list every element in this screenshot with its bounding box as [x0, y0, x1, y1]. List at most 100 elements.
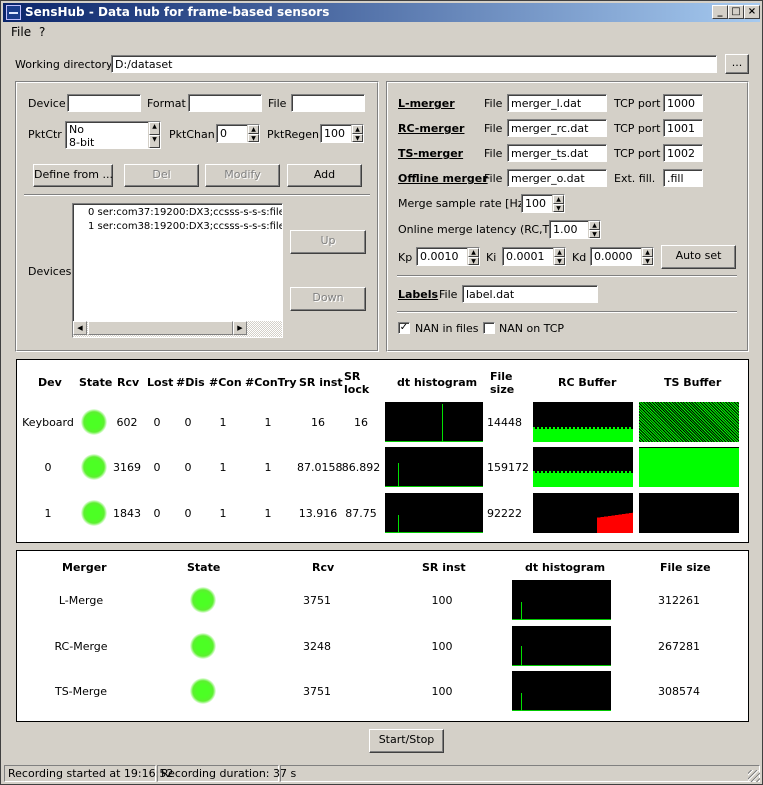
ts-merger-tcp-input[interactable]: 1002 — [663, 144, 703, 162]
device-list-item[interactable]: 0 ser:com37:19200:DX3;ccsss-s-s-s:file1 — [88, 207, 282, 218]
histogram-spike — [521, 602, 522, 620]
up-button[interactable]: Up — [290, 230, 366, 254]
offline-merger-file-input[interactable]: merger_o.dat — [507, 169, 607, 187]
dt-histogram — [385, 493, 483, 533]
device-list-item[interactable]: 1 ser:com38:19200:DX3;ccsss-s-s-s:file2 — [88, 221, 282, 232]
add-button[interactable]: Add — [287, 164, 362, 187]
histogram-baseline — [512, 710, 611, 711]
pktctr-spinner[interactable]: ▲ ▼ — [148, 122, 160, 148]
devices-hscrollbar[interactable]: ◀ ▶ — [73, 321, 282, 337]
rc-merger-tcp-input[interactable]: 1001 — [663, 119, 703, 137]
col-sr-lock-2: lock — [344, 383, 370, 396]
ki-input[interactable]: 0.0001 ▲ ▼ — [502, 247, 566, 266]
histogram-spike — [398, 463, 399, 487]
merger-cell-sr: 100 — [431, 594, 453, 607]
kp-input[interactable]: 0.0010 ▲ ▼ — [416, 247, 480, 266]
ts-merger-label[interactable]: TS-merger — [398, 147, 463, 160]
col-contry: #ConTry — [245, 376, 297, 389]
dev-cell-dev: 1 — [44, 507, 52, 520]
modify-button[interactable]: Modify — [205, 164, 280, 187]
pktctr-option-no[interactable]: No — [69, 123, 84, 136]
pktregen-value: 100 — [324, 127, 345, 140]
merger-separator — [397, 275, 737, 277]
format-input[interactable] — [188, 94, 262, 112]
del-button[interactable]: Del — [124, 164, 199, 187]
offline-merger-file-label: File — [484, 172, 503, 185]
status-empty — [280, 765, 760, 782]
working-dir-label: Working directory: — [15, 58, 116, 71]
ext-fill-input[interactable]: .fill — [663, 169, 703, 187]
ts-merger-tcp-label: TCP port — [614, 147, 661, 160]
pktchan-input[interactable]: 0 ▲ ▼ — [216, 124, 260, 143]
latency-spinner[interactable]: ▲ ▼ — [588, 221, 600, 238]
status-recording-duration: Recording duration: 37 s — [157, 765, 296, 782]
merger-cell-name: L-Merge — [58, 594, 104, 607]
dev-cell-rcv: 3169 — [113, 461, 141, 474]
menu-file[interactable]: File — [11, 25, 31, 39]
pktregen-input[interactable]: 100 ▲ ▼ — [320, 124, 364, 143]
rc-merger-tcp-label: TCP port — [614, 122, 661, 135]
merger-dt-histogram — [512, 626, 611, 666]
devices-list[interactable]: 0 ser:com37:19200:DX3;ccsss-s-s-s:file1 … — [72, 203, 283, 338]
col-ts-buffer: TS Buffer — [664, 376, 722, 389]
ki-spinner[interactable]: ▲ ▼ — [553, 248, 565, 265]
merger-cell-rcv: 3751 — [303, 594, 331, 607]
histogram-spike — [442, 404, 443, 442]
rc-buffer — [533, 493, 633, 533]
scroll-left-icon[interactable]: ◀ — [73, 321, 87, 335]
pktctr-list[interactable]: No 8-bit ▲ ▼ — [65, 121, 161, 149]
kd-label: Kd — [572, 251, 587, 264]
histogram-baseline — [385, 441, 483, 442]
histogram-baseline — [512, 619, 611, 620]
pktregen-spinner[interactable]: ▲ ▼ — [351, 125, 363, 142]
rc-buffer-fill — [533, 429, 633, 442]
merger-state-indicator-icon — [190, 587, 216, 613]
browse-button[interactable]: ... — [725, 54, 749, 74]
merger-cell-file_size: 267281 — [658, 640, 700, 653]
kd-input[interactable]: 0.0000 ▲ ▼ — [590, 247, 654, 266]
l-merger-tcp-input[interactable]: 1000 — [663, 94, 703, 112]
minimize-button[interactable]: _ — [712, 5, 728, 19]
ts-merger-file-input[interactable]: merger_ts.dat — [507, 144, 607, 162]
nan-in-files-checkbox[interactable]: ✓ — [398, 322, 410, 334]
dev-cell-file_size: 92222 — [487, 507, 522, 520]
close-button[interactable]: × — [744, 5, 760, 19]
scroll-right-icon[interactable]: ▶ — [233, 321, 247, 335]
merger-state-indicator-icon — [190, 633, 216, 659]
scroll-thumb[interactable] — [88, 321, 233, 335]
ts-buffer-fill — [699, 493, 739, 505]
dev-cell-contry: 1 — [264, 461, 272, 474]
kp-label: Kp — [398, 251, 413, 264]
title-bar[interactable]: SensHub - Data hub for frame-based senso… — [3, 3, 760, 22]
col-dis: #Dis — [176, 376, 205, 389]
maximize-button[interactable]: □ — [728, 5, 744, 19]
col-sr-inst: SR inst — [299, 376, 343, 389]
l-merger-file-input[interactable]: merger_l.dat — [507, 94, 607, 112]
dev-cell-con: 1 — [219, 507, 227, 520]
menu-help[interactable]: ? — [39, 25, 45, 39]
sample-rate-spinner[interactable]: ▲ ▼ — [552, 195, 564, 212]
nan-on-tcp-checkbox[interactable] — [483, 322, 495, 334]
define-from-button[interactable]: Define from ... — [33, 164, 113, 187]
device-input[interactable] — [67, 94, 141, 112]
down-button[interactable]: Down — [290, 287, 366, 311]
start-stop-button[interactable]: Start/Stop — [369, 729, 444, 753]
device-file-input[interactable] — [291, 94, 365, 112]
rc-merger-file-input[interactable]: merger_rc.dat — [507, 119, 607, 137]
working-dir-input[interactable]: D:/dataset — [111, 55, 717, 73]
labels-file-input[interactable]: label.dat — [462, 285, 598, 303]
labels-label[interactable]: Labels — [398, 288, 438, 301]
l-merger-label[interactable]: L-merger — [398, 97, 455, 110]
rc-merger-label[interactable]: RC-merger — [398, 122, 464, 135]
kp-spinner[interactable]: ▲ ▼ — [467, 248, 479, 265]
sample-rate-input[interactable]: 100 ▲ ▼ — [521, 194, 565, 213]
latency-label: Online merge latency (RC,TS): — [398, 223, 565, 236]
pktctr-option-8bit[interactable]: 8-bit — [69, 136, 94, 148]
auto-set-button[interactable]: Auto set — [661, 245, 736, 269]
kd-spinner[interactable]: ▲ ▼ — [641, 248, 653, 265]
nan-on-tcp-label: NAN on TCP — [499, 322, 565, 335]
resize-grip-icon[interactable] — [748, 770, 760, 782]
offline-merger-label[interactable]: Offline merger — [398, 172, 488, 185]
pktchan-spinner[interactable]: ▲ ▼ — [247, 125, 259, 142]
latency-input[interactable]: 1.00 ▲ ▼ — [549, 220, 601, 239]
